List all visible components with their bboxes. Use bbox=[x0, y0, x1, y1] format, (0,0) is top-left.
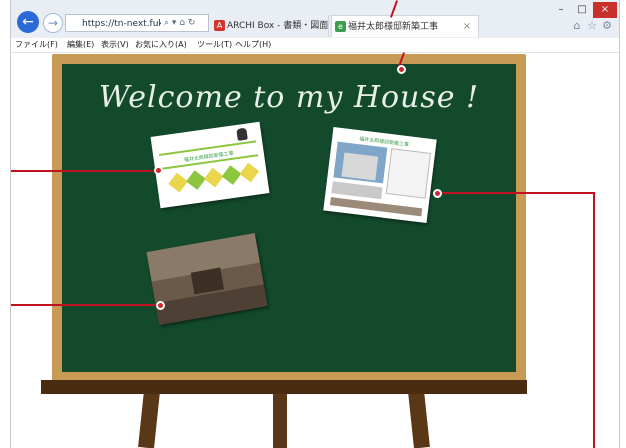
menu-file[interactable]: ファイル(F) bbox=[15, 38, 58, 52]
menu-tools[interactable]: ツール(T) bbox=[197, 38, 232, 52]
house-photo bbox=[333, 141, 388, 184]
address-controls[interactable]: ⌕ ▾ ⌂ ↻ bbox=[161, 15, 196, 31]
home-icon[interactable]: ⌂ bbox=[571, 20, 583, 32]
callout-line-photo-sheet bbox=[442, 192, 595, 194]
browser-window: ← → ● https://tn-next.fukuico... ⌕ ▾ ⌂ ↻… bbox=[10, 0, 620, 448]
pattern-tile bbox=[168, 172, 188, 193]
site-icon: e bbox=[335, 21, 346, 32]
forward-button[interactable]: → bbox=[43, 13, 63, 33]
thumbnail-row bbox=[331, 181, 383, 200]
callout-line-panorama bbox=[11, 304, 156, 306]
minimize-button[interactable]: – bbox=[551, 2, 571, 18]
browser-titlebar: ← → ● https://tn-next.fukuico... ⌕ ▾ ⌂ ↻… bbox=[11, 0, 619, 39]
board-title: Welcome to my House ! bbox=[98, 80, 480, 115]
callout-pin-photo-sheet[interactable] bbox=[433, 189, 442, 198]
document-card[interactable]: 福井太郎様邸新築工事 bbox=[150, 121, 270, 209]
close-window-button[interactable]: × bbox=[593, 2, 617, 18]
archi-box-icon: A bbox=[214, 20, 225, 31]
chalkboard: Welcome to my House ! 福井太郎様邸新築工事 福井太郎様邸新… bbox=[62, 64, 516, 372]
menu-view[interactable]: 表示(V) bbox=[101, 38, 129, 52]
callout-pin-panorama[interactable] bbox=[156, 301, 165, 310]
callout-pin-title[interactable] bbox=[397, 65, 406, 74]
page-content: Welcome to my House ! 福井太郎様邸新築工事 福井太郎様邸新… bbox=[11, 53, 619, 448]
floor-plan bbox=[385, 148, 432, 199]
maximize-button[interactable]: □ bbox=[572, 2, 592, 18]
gear-icon[interactable]: ⚙ bbox=[601, 20, 613, 32]
menu-edit[interactable]: 編集(E) bbox=[67, 38, 94, 52]
star-icon[interactable]: ☆ bbox=[586, 20, 598, 32]
panorama-card[interactable] bbox=[146, 233, 268, 325]
pattern-tile bbox=[239, 162, 260, 183]
menu-help[interactable]: ヘルプ(H) bbox=[235, 38, 271, 52]
cat-icon bbox=[236, 127, 248, 141]
easel-tray bbox=[41, 380, 527, 394]
tab-current[interactable]: e 福井太郎様邸新築工事 × bbox=[331, 15, 479, 37]
back-button[interactable]: ← bbox=[17, 11, 39, 33]
callout-line-document bbox=[11, 170, 154, 172]
callout-line-photo-sheet-vertical bbox=[593, 192, 595, 448]
panorama-window bbox=[190, 267, 225, 295]
menu-favorites[interactable]: お気に入り(A) bbox=[135, 38, 187, 52]
pattern-tile bbox=[221, 165, 242, 185]
tab-label: ARCHI Box - 書類・図面の情報 bbox=[227, 21, 329, 31]
tab-label: 福井太郎様邸新築工事 bbox=[348, 22, 439, 32]
tab-close-icon[interactable]: × bbox=[463, 16, 471, 37]
house-shape bbox=[341, 152, 379, 181]
pattern-tile bbox=[203, 167, 224, 188]
menu-bar: ファイル(F) 編集(E) 表示(V) お気に入り(A) ツール(T) ヘルプ(… bbox=[11, 38, 619, 53]
pattern-tile bbox=[186, 170, 206, 190]
thumbnail-row bbox=[329, 197, 423, 217]
callout-pin-document[interactable] bbox=[154, 166, 163, 175]
photo-sheet-card[interactable]: 福井太郎様邸新築工事 bbox=[323, 126, 437, 224]
tab-archi-box[interactable]: A ARCHI Box - 書類・図面の情報 bbox=[211, 15, 329, 37]
